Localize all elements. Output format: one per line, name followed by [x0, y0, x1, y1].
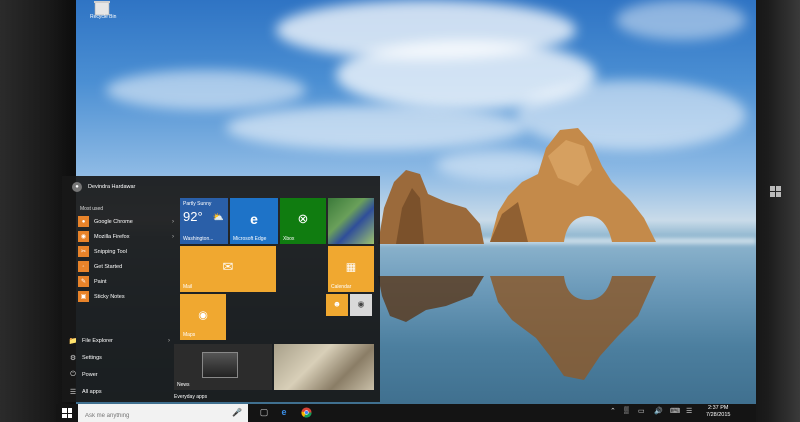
item-label: All apps — [82, 388, 102, 395]
battery-icon[interactable]: ▭ — [638, 407, 645, 415]
lightbulb-icon: ◦ — [78, 261, 89, 272]
chrome-icon: ● — [78, 216, 89, 227]
cortana-search-box[interactable]: 🎤 — [78, 404, 248, 422]
app-label: Mozilla Firefox — [94, 233, 130, 240]
chevron-right-icon[interactable]: › — [168, 338, 170, 344]
map-pin-icon: ◉ — [198, 309, 208, 322]
weather-temp: 92° — [183, 209, 203, 224]
list-icon: ☰ — [69, 388, 77, 396]
microphone-icon[interactable]: 🎤 — [232, 408, 242, 417]
tile-label: Microsoft Edge — [233, 236, 267, 242]
tile-label: News — [177, 382, 190, 388]
tile-label: Mail — [183, 284, 193, 290]
everyday-apps-heading: Everyday apps — [174, 394, 208, 400]
folder-icon: 📁 — [68, 337, 78, 345]
sun-cloud-icon: ⛅ — [212, 212, 224, 222]
scissors-icon: ✂ — [78, 246, 89, 257]
edge-taskbar-icon[interactable]: e — [278, 407, 290, 419]
tile-microsoft-edge[interactable]: e Microsoft Edge — [230, 198, 278, 244]
rock-arch — [490, 128, 656, 242]
user-name: Devindra Hardawar — [88, 184, 136, 190]
chrome-taskbar-icon[interactable] — [300, 407, 312, 419]
rock-reflection-arch — [490, 276, 656, 380]
person-icon: ☻ — [332, 299, 342, 309]
cloud — [616, 0, 746, 40]
app-google-chrome[interactable]: ● Google Chrome › — [78, 214, 178, 229]
cloud — [226, 105, 526, 150]
rock-reflection-left — [378, 276, 484, 322]
file-explorer-item[interactable]: 📁 File Explorer › — [68, 332, 170, 349]
tile-label: Calendar — [331, 284, 352, 290]
app-get-started[interactable]: ◦ Get Started — [78, 259, 178, 274]
item-label: Settings — [82, 354, 102, 361]
clock-time: 2:37 PM — [707, 405, 729, 411]
weather-location: Washington... — [183, 236, 214, 242]
tile-xbox[interactable]: ⊗ Xbox — [280, 198, 326, 244]
clock-date: 7/28/2015 — [706, 412, 731, 418]
app-mozilla-firefox[interactable]: ◉ Mozilla Firefox › — [78, 229, 178, 244]
recycle-bin-label: Recycle Bin — [90, 14, 117, 20]
tile-small-store[interactable]: ◉ — [350, 294, 372, 316]
app-label: Paint — [94, 278, 107, 285]
weather-condition: Partly Sunny — [183, 201, 212, 207]
firefox-icon: ◉ — [78, 231, 89, 242]
keyboard-icon[interactable]: ⌨ — [670, 407, 680, 415]
note-icon: ▣ — [78, 291, 89, 302]
action-center-icon[interactable]: ☰ — [686, 407, 692, 415]
tile-calendar[interactable]: ▦ Calendar — [328, 246, 374, 292]
volume-icon[interactable]: 🔊 — [654, 407, 663, 415]
chevron-right-icon[interactable]: › — [172, 234, 174, 240]
windows-hardware-button-icon[interactable] — [770, 186, 782, 198]
tile-mail[interactable]: ✉ Mail — [180, 246, 276, 292]
power-item[interactable]: ⏻ Power — [68, 366, 170, 383]
envelope-icon: ✉ — [222, 258, 234, 274]
app-paint[interactable]: ✎ Paint — [78, 274, 178, 289]
most-used-list: ● Google Chrome › ◉ Mozilla Firefox › ✂ … — [78, 214, 178, 304]
network-icon[interactable]: ▒ — [624, 407, 629, 414]
search-input[interactable] — [78, 407, 228, 422]
tile-label: Maps — [183, 332, 196, 338]
gear-icon: ⚙ — [69, 354, 77, 362]
start-system-items: 📁 File Explorer › ⚙ Settings ⏻ Power ☰ A… — [68, 332, 170, 400]
windows-start-icon[interactable] — [62, 408, 72, 418]
calendar-icon: ▦ — [345, 261, 357, 274]
tile-weather[interactable]: Partly Sunny 92° ⛅ Washington... — [180, 198, 228, 244]
news-photo — [202, 352, 238, 378]
app-label: Sticky Notes — [94, 293, 125, 300]
rock-formation-left — [378, 170, 484, 244]
edge-icon: e — [250, 210, 258, 227]
cloud — [106, 70, 306, 110]
tile-small-people[interactable]: ☻ — [326, 294, 348, 316]
tile-photos[interactable] — [328, 198, 374, 244]
store-icon: ◉ — [357, 299, 365, 309]
start-menu: ● Devindra Hardawar Most used ● Google C… — [62, 176, 380, 402]
app-snipping-tool[interactable]: ✂ Snipping Tool — [78, 244, 178, 259]
app-sticky-notes[interactable]: ▣ Sticky Notes — [78, 289, 178, 304]
app-label: Google Chrome — [94, 218, 133, 225]
tile-news[interactable]: News — [174, 344, 272, 390]
task-view-icon[interactable]: ▢ — [258, 407, 270, 419]
chrome-logo-icon — [300, 407, 312, 418]
taskbar: 🎤 ▢ e ⌃ ▒ ▭ 🔊 ⌨ ☰ 2:37 PM 7/28/2015 — [56, 404, 756, 422]
tile-photo-food[interactable] — [274, 344, 374, 390]
xbox-icon: ⊗ — [297, 210, 309, 226]
tile-maps[interactable]: ◉ Maps — [180, 294, 226, 340]
chevron-right-icon[interactable]: › — [172, 219, 174, 225]
system-clock[interactable]: 2:37 PM 7/28/2015 — [706, 405, 730, 419]
app-label: Snipping Tool — [94, 248, 127, 255]
most-used-heading: Most used — [80, 206, 104, 212]
item-label: Power — [82, 371, 98, 378]
tile-label: Xbox — [283, 236, 295, 242]
show-hidden-icons-icon[interactable]: ⌃ — [610, 407, 616, 415]
power-icon: ⏻ — [70, 370, 76, 378]
settings-item[interactable]: ⚙ Settings — [68, 349, 170, 366]
all-apps-item[interactable]: ☰ All apps — [68, 383, 170, 400]
user-account[interactable]: ● Devindra Hardawar — [72, 182, 135, 192]
item-label: File Explorer — [82, 337, 113, 344]
paint-icon: ✎ — [78, 276, 89, 287]
user-avatar-icon: ● — [72, 182, 82, 192]
app-label: Get Started — [94, 263, 123, 270]
